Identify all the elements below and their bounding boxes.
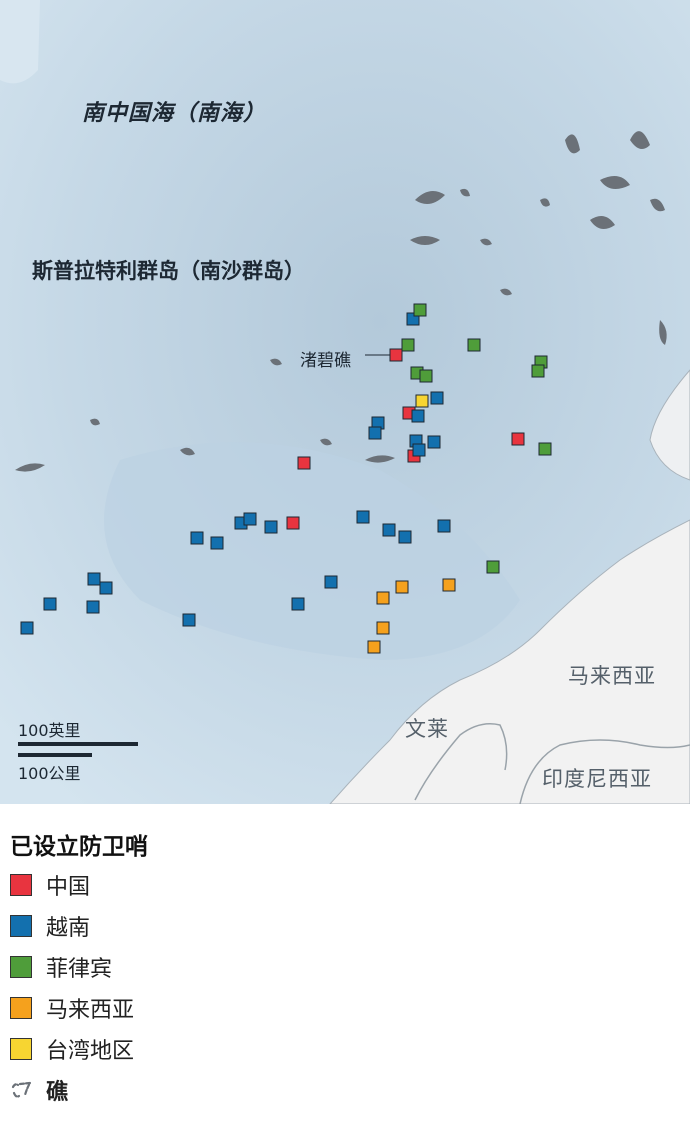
legend-label: 中国 [46,874,91,900]
outpost-malaysia [442,578,456,592]
legend-item-reef: 礁 [10,1069,680,1110]
outpost-malaysia [376,621,390,635]
legend-label-reef: 礁 [46,1079,69,1105]
legend-label: 菲律宾 [46,956,113,982]
outpost-vietnam [411,409,425,423]
legend-swatch-china [10,873,32,896]
legend-swatch-malaysia [10,996,32,1019]
legend-swatch-vietnam [10,914,32,937]
outpost-vietnam [356,510,370,524]
outpost-vietnam [437,519,451,533]
outpost-malaysia [395,580,409,594]
outpost-vietnam [368,426,382,440]
outpost-philippines [467,338,481,352]
outpost-philippines [538,442,552,456]
legend-swatch-philippines [10,955,32,978]
outpost-philippines [531,364,545,378]
legend-item-vietnam: 越南 [10,905,680,946]
legend-item-china: 中国 [10,864,680,905]
outpost-vietnam [412,443,426,457]
legend-item-malaysia: 马来西亚 [10,987,680,1028]
outpost-vietnam [291,597,305,611]
outpost-vietnam [398,530,412,544]
shelf-top-left [0,0,40,84]
outpost-taiwan [415,394,429,408]
legend-label: 越南 [46,915,91,941]
outpost-malaysia [367,640,381,654]
outpost-philippines [413,303,427,317]
outpost-china [286,516,300,530]
outpost-vietnam [86,600,100,614]
outpost-philippines [486,560,500,574]
outpost-vietnam [243,512,257,526]
outpost-vietnam [190,531,204,545]
scale-bar-miles [18,742,138,746]
outpost-china [389,348,403,362]
outpost-philippines [401,338,415,352]
legend-label: 马来西亚 [46,997,135,1023]
outpost-vietnam [427,435,441,449]
outpost-philippines [419,369,433,383]
outpost-malaysia [376,591,390,605]
scale-label-miles: 100英里 [18,721,81,740]
legend-swatch-taiwan [10,1037,32,1060]
legend-item-philippines: 菲律宾 [10,946,680,987]
outpost-china [297,456,311,470]
outpost-vietnam [20,621,34,635]
legend-title: 已设立防卫哨 [10,834,148,860]
reef-callout-label: 渚碧礁 [300,351,351,371]
land-label-malaysia: 马来西亚 [568,664,656,688]
outpost-vietnam [87,572,101,586]
scale-label-km: 100公里 [18,764,81,783]
scale-bar-km [18,753,92,757]
legend-item-taiwan: 台湾地区 [10,1028,680,1069]
outpost-vietnam [430,391,444,405]
land-label-indonesia: 印度尼西亚 [542,767,652,791]
islands-label: 斯普拉特利群岛（南沙群岛） [32,259,305,283]
reef-icon [11,1081,33,1098]
legend-label: 台湾地区 [46,1038,135,1064]
outpost-vietnam [182,613,196,627]
land-label-brunei: 文莱 [405,717,449,741]
legend: 已设立防卫哨 中国 越南 菲律宾 马来西亚 台湾地区 礁 [10,830,680,1110]
outpost-vietnam [264,520,278,534]
outpost-vietnam [210,536,224,550]
outpost-china [511,432,525,446]
outpost-vietnam [382,523,396,537]
sea-label: 南中国海（南海） [82,101,267,126]
outpost-vietnam [43,597,57,611]
outpost-vietnam [324,575,338,589]
outpost-vietnam [99,581,113,595]
